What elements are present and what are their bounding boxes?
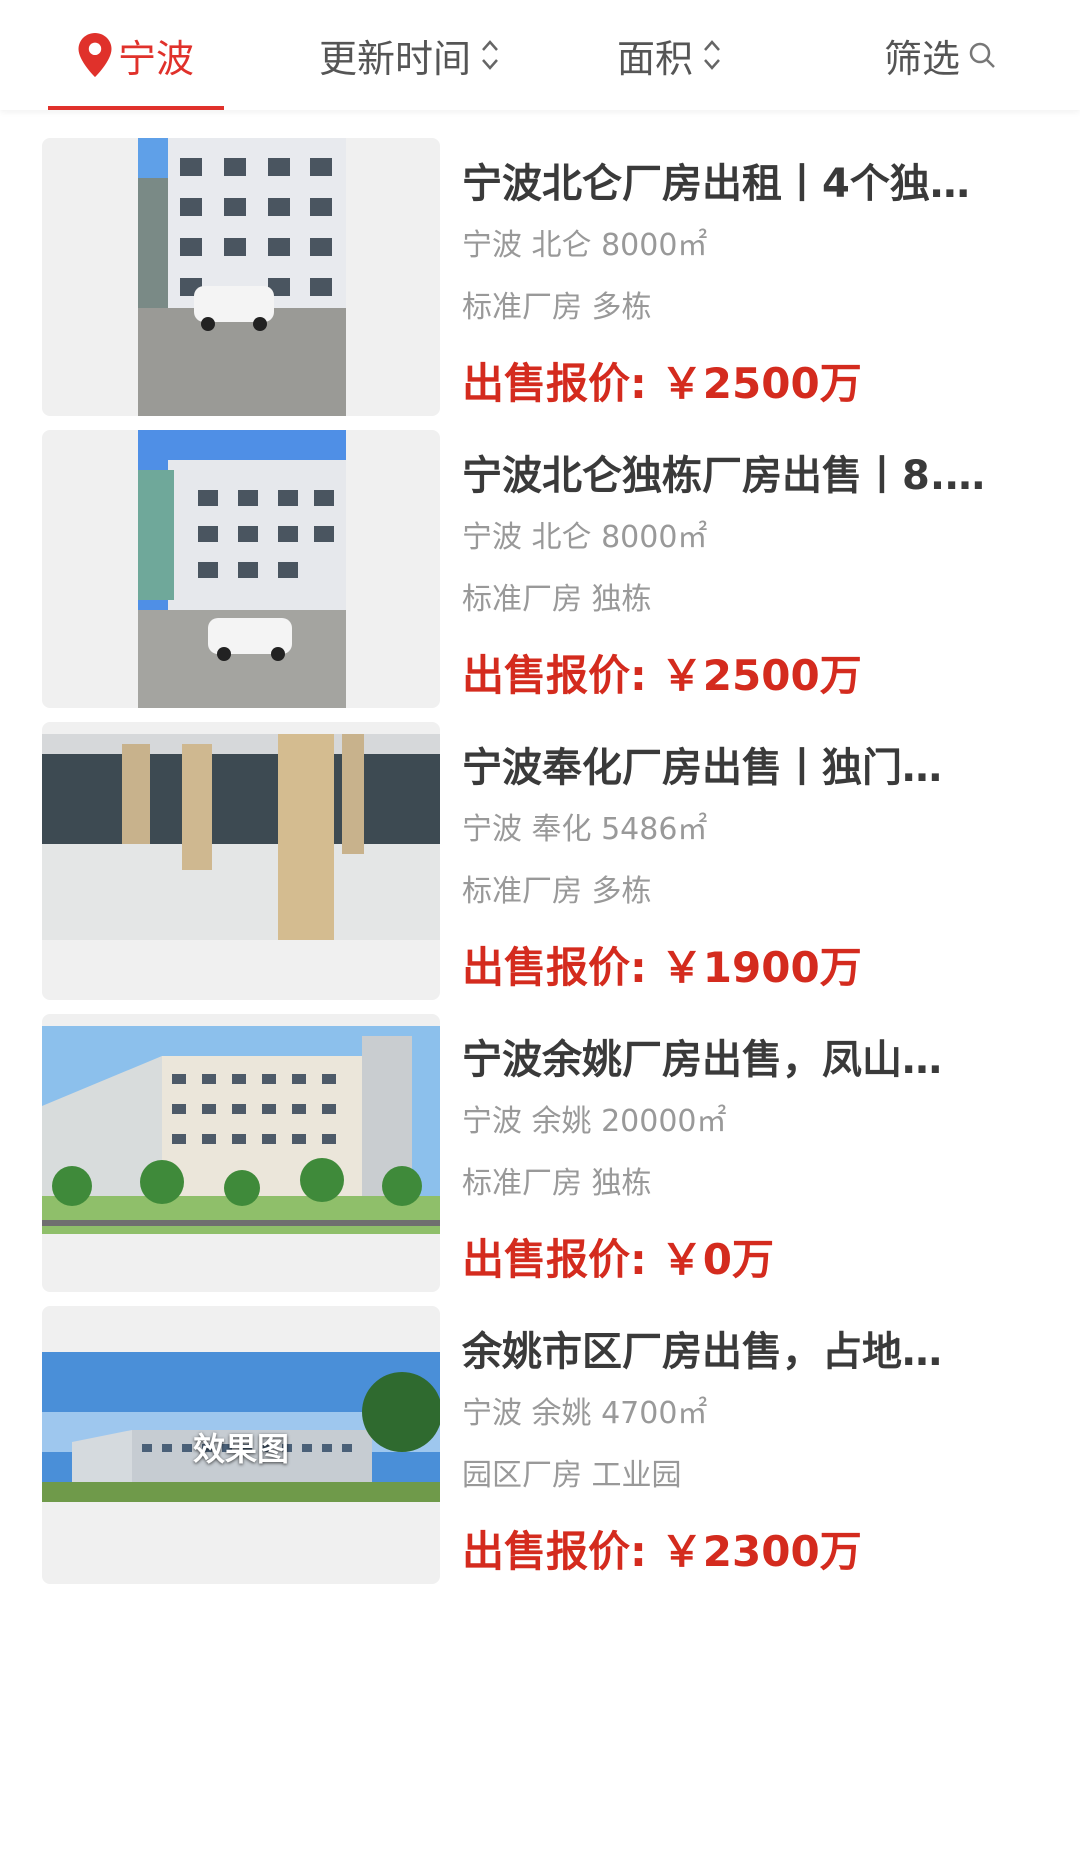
search-icon — [969, 42, 995, 68]
price-label: 出售报价: — [462, 1235, 647, 1284]
listing-card[interactable]: 宁波奉化厂房出售丨独门… 宁波 奉化 5486㎡ 标准厂房 多栋 出售报价: ￥1… — [42, 694, 1042, 1000]
tab-area-label: 面积 — [616, 36, 693, 81]
listing-card[interactable]: 效果图 余姚市区厂房出售，占地… 宁波 余姚 4700㎡ 园区厂房 工业园 出售… — [42, 1278, 1042, 1584]
listing-photo — [138, 430, 346, 708]
tab-filter[interactable]: 筛选 — [860, 0, 1020, 110]
listing-info: 宁波奉化厂房出售丨独门… 宁波 奉化 5486㎡ 标准厂房 多栋 出售报价: ￥1… — [462, 722, 1042, 996]
listing-location: 宁波 余姚 4700㎡ — [462, 1396, 708, 1431]
listing-tags: 标准厂房 独栋 — [462, 582, 652, 617]
price-label: 出售报价: — [462, 943, 647, 992]
price-value: ￥0万 — [660, 1235, 775, 1284]
listing-info: 宁波北仑厂房出租丨4个独… 宁波 北仑 8000㎡ 标准厂房 多栋 出售报价: ￥… — [462, 138, 1042, 412]
sort-arrows-icon — [482, 40, 498, 70]
tab-update-time-label: 更新时间 — [318, 36, 471, 81]
listing-location: 宁波 余姚 20000㎡ — [462, 1104, 727, 1139]
tab-area[interactable]: 面积 — [585, 0, 755, 110]
city-selector[interactable]: 宁波 — [48, 0, 224, 110]
price-value: ￥2500万 — [660, 359, 862, 408]
price-label: 出售报价: — [462, 1527, 647, 1576]
listing-info: 宁波北仑独栋厂房出售丨8.… 宁波 北仑 8000㎡ 标准厂房 独栋 出售报价:… — [462, 430, 1042, 704]
listing-location: 宁波 北仑 8000㎡ — [462, 520, 708, 555]
filter-bar: 宁波 更新时间 面积 筛选 — [0, 0, 1080, 110]
listing-thumbnail[interactable]: 效果图 — [42, 1306, 440, 1584]
location-pin-icon — [78, 33, 112, 77]
listing-location: 宁波 奉化 5486㎡ — [462, 812, 708, 847]
listing-thumbnail[interactable] — [42, 138, 440, 416]
image-caption: 效果图 — [192, 1430, 289, 1468]
listing-tags: 标准厂房 多栋 — [462, 290, 652, 325]
listing-tags: 标准厂房 独栋 — [462, 1166, 652, 1201]
listing-card[interactable]: 宁波北仑厂房出租丨4个独… 宁波 北仑 8000㎡ 标准厂房 多栋 出售报价: ￥… — [42, 110, 1042, 416]
listing-card[interactable]: 宁波余姚厂房出售，凤山… 宁波 余姚 20000㎡ 标准厂房 独栋 出售报价: ￥… — [42, 986, 1042, 1292]
listing-price: 出售报价: ￥2300万 — [462, 1524, 1042, 1580]
listing-thumbnail[interactable] — [42, 1014, 440, 1292]
price-value: ￥1900万 — [660, 943, 862, 992]
price-label: 出售报价: — [462, 359, 647, 408]
price-label: 出售报价: — [462, 651, 647, 700]
price-value: ￥2300万 — [660, 1527, 862, 1576]
listing-photo — [138, 138, 346, 416]
listing-info: 宁波余姚厂房出售，凤山… 宁波 余姚 20000㎡ 标准厂房 独栋 出售报价: ￥… — [462, 1014, 1042, 1288]
city-label: 宁波 — [117, 36, 194, 81]
tab-filter-label: 筛选 — [883, 36, 960, 81]
listing-card[interactable]: 宁波北仑独栋厂房出售丨8.… 宁波 北仑 8000㎡ 标准厂房 独栋 出售报价:… — [42, 402, 1042, 708]
listing-photo — [42, 1026, 440, 1234]
listing-title[interactable]: 宁波余姚厂房出售，凤山… — [462, 1030, 1032, 1090]
tab-update-time[interactable]: 更新时间 — [280, 0, 540, 110]
listing-title[interactable]: 余姚市区厂房出售，占地… — [462, 1322, 1032, 1382]
listing-thumbnail[interactable] — [42, 430, 440, 708]
listing-title[interactable]: 宁波北仑厂房出租丨4个独… — [462, 154, 1032, 214]
listing-tags: 标准厂房 多栋 — [462, 874, 652, 909]
price-value: ￥2500万 — [660, 651, 862, 700]
listing-title[interactable]: 宁波北仑独栋厂房出售丨8.… — [462, 446, 1032, 506]
listing-title[interactable]: 宁波奉化厂房出售丨独门… — [462, 738, 1032, 798]
listing-thumbnail[interactable] — [42, 722, 440, 1000]
listing-location: 宁波 北仑 8000㎡ — [462, 228, 708, 263]
listing-photo — [42, 734, 440, 940]
listing-info: 余姚市区厂房出售，占地… 宁波 余姚 4700㎡ 园区厂房 工业园 出售报价: ￥… — [462, 1306, 1042, 1580]
listing-tags: 园区厂房 工业园 — [462, 1458, 682, 1493]
sort-arrows-icon — [704, 40, 720, 70]
